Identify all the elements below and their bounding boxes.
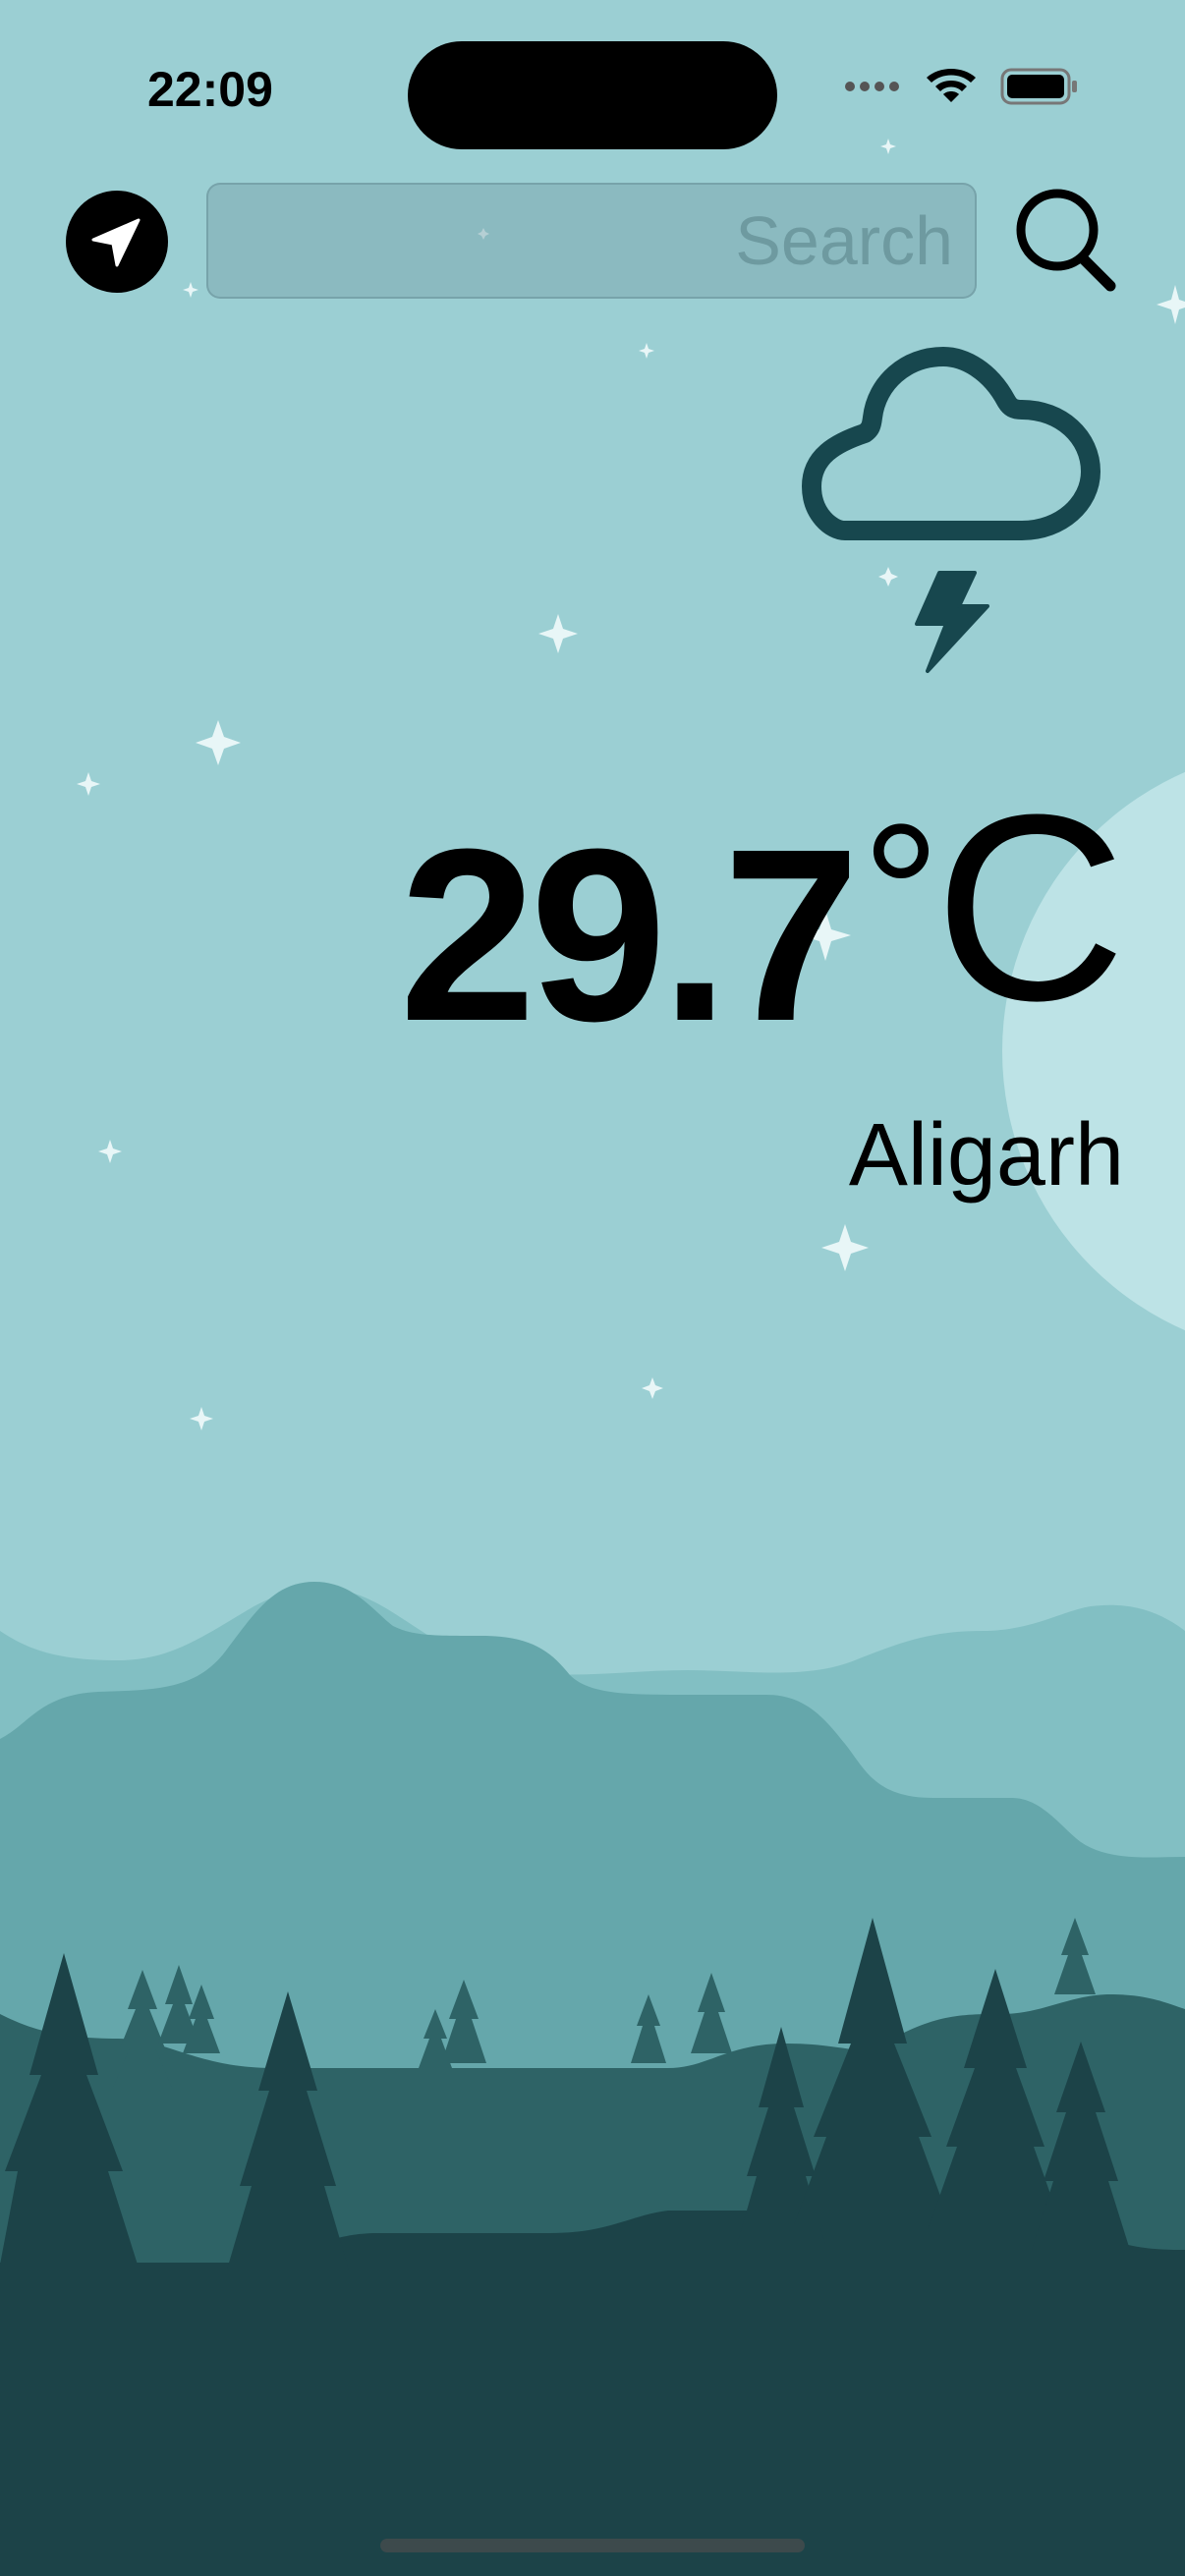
status-icons bbox=[845, 67, 1079, 106]
home-indicator[interactable] bbox=[380, 2539, 805, 2552]
status-time: 22:09 bbox=[147, 62, 273, 117]
magnifying-glass-icon bbox=[1016, 189, 1116, 292]
temperature-value: 29.7 bbox=[399, 798, 860, 1072]
wifi-icon bbox=[927, 69, 976, 102]
temperature-display: 29.7 ° C bbox=[399, 756, 1126, 1076]
degree-symbol: ° bbox=[862, 784, 940, 1003]
location-arrow-icon bbox=[91, 218, 141, 267]
location-button[interactable] bbox=[66, 191, 168, 293]
city-name: Aligarh bbox=[848, 1106, 1124, 1204]
cloud-bolt-icon bbox=[802, 347, 1100, 673]
search-button[interactable] bbox=[1012, 185, 1120, 299]
battery-icon bbox=[1000, 68, 1077, 105]
search-input[interactable] bbox=[206, 183, 977, 299]
dynamic-island bbox=[408, 41, 777, 149]
temperature-unit: C bbox=[934, 760, 1126, 1056]
foreground bbox=[0, 2211, 1185, 2576]
cellular-icon bbox=[845, 82, 899, 91]
